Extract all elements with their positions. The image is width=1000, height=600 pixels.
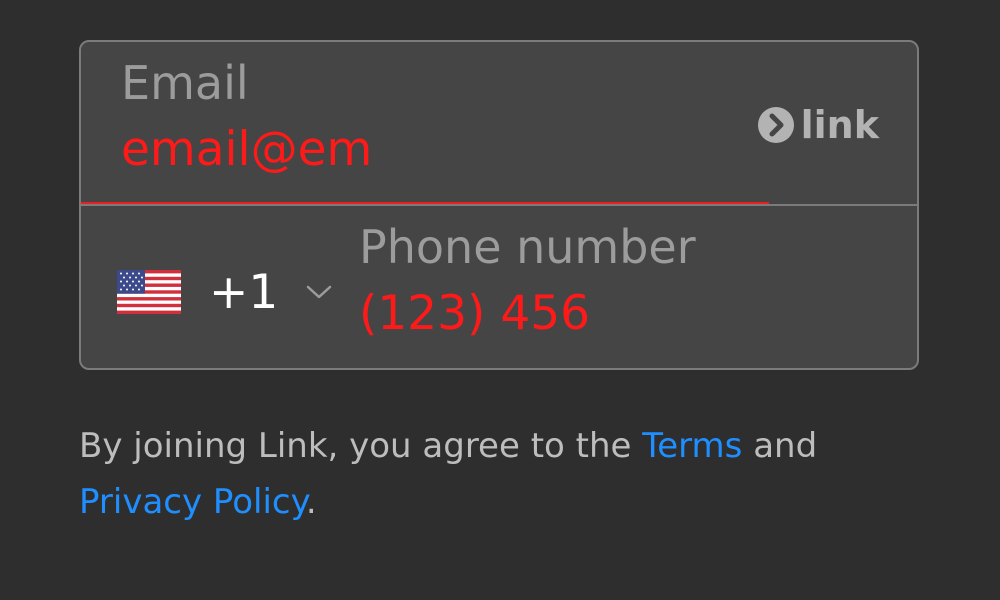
chevron-down-icon bbox=[307, 285, 332, 299]
link-logo-text: link bbox=[800, 103, 879, 147]
email-input-value[interactable]: email@em bbox=[121, 126, 372, 173]
terms-link[interactable]: Terms bbox=[642, 426, 742, 466]
phone-label: Phone number bbox=[359, 220, 696, 274]
terms-text-before: By joining Link, you agree to the bbox=[79, 426, 632, 466]
us-flag-icon bbox=[117, 270, 181, 314]
terms-text-middle: and bbox=[753, 426, 818, 466]
phone-field[interactable]: +1 Phone number (123) 456 bbox=[81, 206, 917, 370]
email-field[interactable]: Email email@em link bbox=[81, 42, 917, 206]
chevron-right-circle-icon bbox=[757, 107, 794, 143]
dial-code: +1 bbox=[209, 264, 279, 320]
email-label: Email bbox=[121, 56, 249, 110]
country-code-picker[interactable]: +1 bbox=[117, 264, 332, 320]
terms-notice: By joining Link, you agree to the Terms … bbox=[79, 418, 919, 530]
link-logo: link bbox=[757, 106, 879, 144]
signup-card: Email email@em link +1 Phone number (123… bbox=[79, 40, 919, 370]
phone-input-value[interactable]: (123) 456 bbox=[359, 290, 590, 337]
privacy-policy-link[interactable]: Privacy Policy bbox=[79, 482, 306, 522]
terms-text-after: . bbox=[305, 482, 317, 522]
